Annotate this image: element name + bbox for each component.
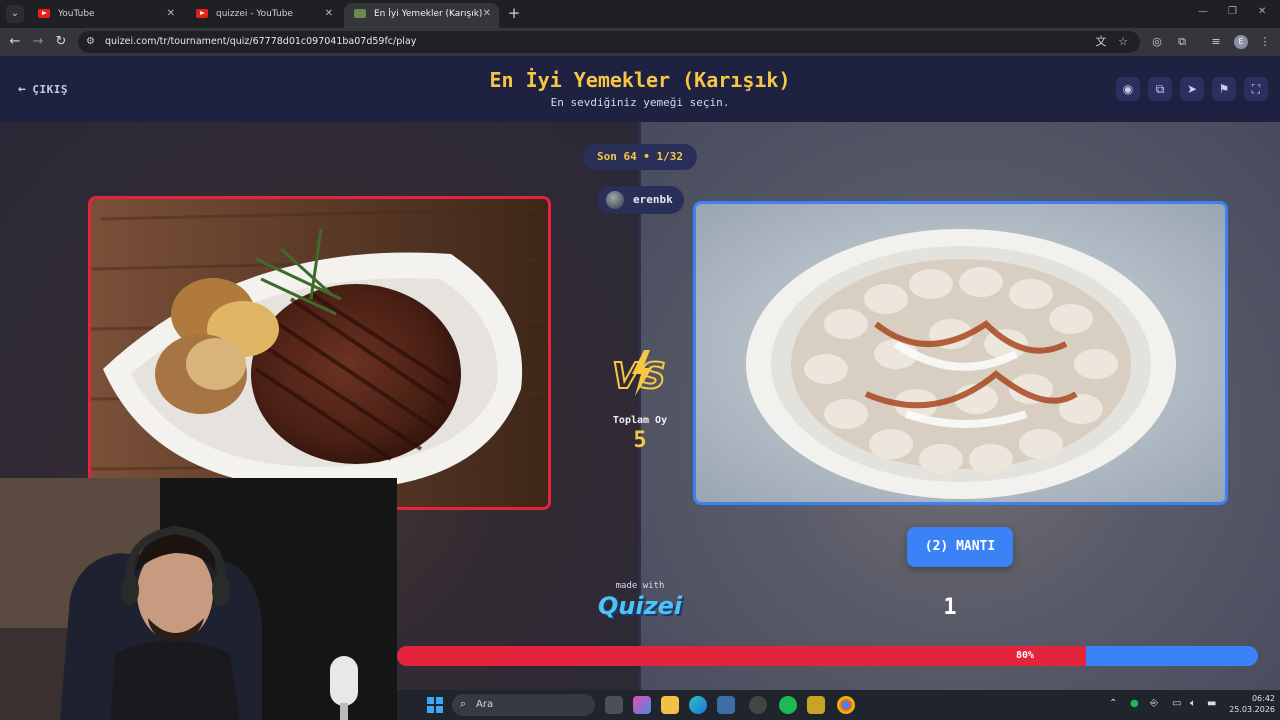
display-icon[interactable]: ▭ xyxy=(1172,698,1181,709)
new-tab-button[interactable]: + xyxy=(505,4,523,22)
tab-label: YouTube xyxy=(58,9,95,19)
tab-label: quizzei - YouTube xyxy=(216,9,293,19)
quiz-title: En İyi Yemekler (Karışık) xyxy=(489,68,791,92)
back-icon[interactable]: ← xyxy=(6,33,24,51)
browser-toolbar: ← → ↻ ⚙ quizei.com/tr/tournament/quiz/67… xyxy=(0,28,1280,56)
eye-icon[interactable]: ◉ xyxy=(1116,77,1140,101)
close-tab-icon[interactable]: ✕ xyxy=(325,3,333,25)
network-icon[interactable]: ⎆ xyxy=(1150,698,1158,709)
search-placeholder: Ara xyxy=(476,699,494,710)
youtube-icon xyxy=(196,9,208,18)
close-tab-icon[interactable]: ✕ xyxy=(483,3,491,25)
reload-icon[interactable]: ↻ xyxy=(52,33,70,51)
clock-date: 25.03.2026 xyxy=(1229,705,1275,714)
browser-tab-bar: ⌄ YouTube ✕ quizzei - YouTube ✕ En İyi Y… xyxy=(0,0,1280,28)
quizei-favicon-icon xyxy=(354,9,366,18)
forward-icon[interactable]: → xyxy=(29,33,47,51)
reading-list-icon[interactable]: ≡ xyxy=(1208,34,1224,50)
copy-icon[interactable]: ⧉ xyxy=(1148,77,1172,101)
site-info-icon[interactable]: ⚙ xyxy=(86,36,98,48)
close-window-icon[interactable]: ✕ xyxy=(1258,6,1266,17)
quiz-subtitle: En sevdiğiniz yemeği seçin. xyxy=(550,96,730,109)
minimize-icon[interactable]: — xyxy=(1198,6,1208,17)
tab-youtube[interactable]: YouTube ✕ xyxy=(28,3,183,28)
total-votes-count: 5 xyxy=(633,428,647,453)
choose-right-button[interactable]: (2) MANTI xyxy=(907,527,1013,567)
vote-progress-bar: 80% xyxy=(397,646,1258,666)
total-votes-label: Toplam Oy xyxy=(612,415,668,426)
clock-time: 06:42 xyxy=(1251,694,1275,703)
translate-icon[interactable]: 文 xyxy=(1094,35,1108,49)
profile-avatar[interactable]: E xyxy=(1234,35,1248,49)
extensions-icon[interactable]: ⧉ xyxy=(1174,34,1190,50)
chevron-up-icon[interactable]: ⌃ xyxy=(1109,698,1117,709)
menu-icon[interactable]: ⋮ xyxy=(1257,34,1273,50)
username: erenbk xyxy=(633,193,673,206)
steak-photo xyxy=(91,199,548,507)
send-icon[interactable]: ➤ xyxy=(1180,77,1204,101)
chrome-icon[interactable] xyxy=(837,696,855,714)
copilot-icon[interactable] xyxy=(633,696,651,714)
restore-icon[interactable]: ❐ xyxy=(1228,6,1237,17)
made-with-label: made with xyxy=(615,581,665,591)
tab-search-button[interactable]: ⌄ xyxy=(6,5,24,23)
address-bar[interactable]: ⚙ quizei.com/tr/tournament/quiz/67778d01… xyxy=(78,31,1140,53)
choice-card-left[interactable] xyxy=(88,196,551,510)
taskbar-search[interactable]: ⌕ Ara xyxy=(452,694,595,716)
tab-label: En İyi Yemekler (Karışık) - Tier Li xyxy=(374,9,484,19)
store-icon[interactable] xyxy=(717,696,735,714)
app-icon[interactable] xyxy=(807,696,825,714)
file-explorer-icon[interactable] xyxy=(661,696,679,714)
tab-quizzei-youtube[interactable]: quizzei - YouTube ✕ xyxy=(186,3,341,28)
right-vote-count: 1 xyxy=(943,595,957,620)
search-icon: ⌕ xyxy=(460,697,467,710)
vote-progress-percent: 80% xyxy=(1015,650,1034,661)
flag-icon[interactable]: ⚑ xyxy=(1212,77,1236,101)
battery-icon[interactable]: ▬ xyxy=(1207,698,1216,709)
url-text[interactable]: quizei.com/tr/tournament/quiz/67778d01c0… xyxy=(105,31,416,53)
versus-icon: VS xyxy=(611,350,667,398)
spotify-icon[interactable] xyxy=(779,696,797,714)
extension-icon[interactable]: ◎ xyxy=(1149,34,1165,50)
manti-photo xyxy=(696,204,1225,502)
star-icon[interactable]: ☆ xyxy=(1116,35,1130,49)
choice-card-right[interactable] xyxy=(693,201,1228,505)
windows-start-icon[interactable] xyxy=(427,697,443,713)
status-dot-icon: ● xyxy=(1130,698,1139,709)
taskbar-clock[interactable]: 06:42 25.03.2026 xyxy=(1225,693,1275,715)
task-view-icon[interactable] xyxy=(605,696,623,714)
obs-icon[interactable] xyxy=(749,696,767,714)
volume-icon[interactable]: 🔈︎ xyxy=(1190,698,1196,709)
fullscreen-icon[interactable]: ⛶ xyxy=(1244,77,1268,101)
quizei-logo[interactable]: Quizei xyxy=(590,592,690,620)
edge-icon[interactable] xyxy=(689,696,707,714)
avatar xyxy=(606,191,624,209)
windows-taskbar: ⌕ Ara ⌃ ● ⎆ ▭ 🔈︎ ▬ 06:42 25.03.2026 xyxy=(397,690,1280,720)
user-badge[interactable]: erenbk xyxy=(597,186,684,214)
round-indicator: Son 64 • 1/32 xyxy=(583,144,697,170)
webcam-overlay xyxy=(0,478,397,720)
close-tab-icon[interactable]: ✕ xyxy=(167,3,175,25)
quiz-header: ← ÇIKIŞ En İyi Yemekler (Karışık) En sevd… xyxy=(0,56,1280,122)
youtube-icon xyxy=(38,9,50,18)
tab-quizei-active[interactable]: En İyi Yemekler (Karışık) - Tier Li ✕ xyxy=(344,3,499,28)
streamer-webcam-image xyxy=(0,478,397,720)
